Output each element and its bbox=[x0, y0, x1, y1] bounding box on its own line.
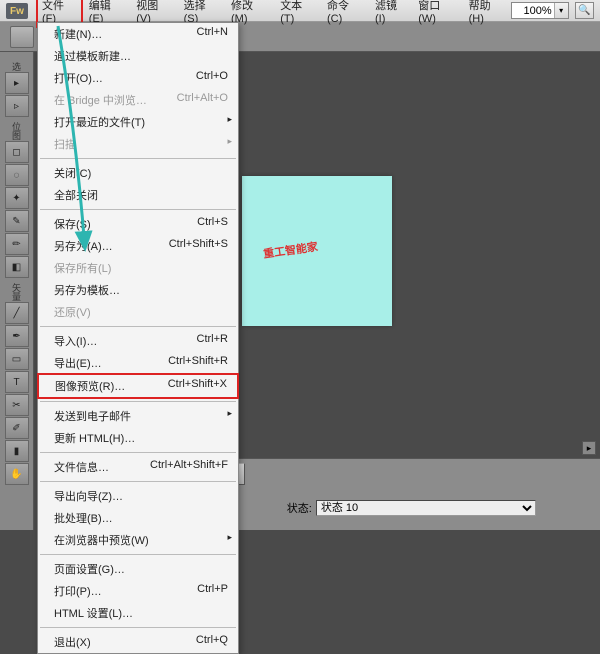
menu-filters[interactable]: 滤镜(I) bbox=[369, 0, 412, 28]
menu-save-all[interactable]: 保存所有(L) bbox=[38, 257, 238, 279]
eyedropper-tool-icon[interactable]: ✐ bbox=[5, 417, 29, 439]
zoom-dropdown-icon[interactable]: ▾ bbox=[554, 3, 568, 18]
menu-scan[interactable]: 扫描▸ bbox=[38, 133, 238, 155]
menu-separator bbox=[40, 452, 236, 453]
tool-group-label: 矢量 bbox=[10, 283, 23, 301]
canvas-document[interactable]: 重工智能家 bbox=[242, 176, 392, 326]
menu-page-setup[interactable]: 页面设置(G)… bbox=[38, 558, 238, 580]
menu-browse-bridge[interactable]: 在 Bridge 中浏览…Ctrl+Alt+O bbox=[38, 89, 238, 111]
canvas-text-object[interactable]: 重工智能家 bbox=[262, 238, 319, 261]
menu-separator bbox=[40, 158, 236, 159]
tool-group-label: 选 bbox=[10, 62, 23, 71]
menu-preview-browser[interactable]: 在浏览器中预览(W)▸ bbox=[38, 529, 238, 551]
menu-send-email[interactable]: 发送到电子邮件▸ bbox=[38, 405, 238, 427]
pen-tool-icon[interactable]: ✒ bbox=[5, 325, 29, 347]
menu-html-settings[interactable]: HTML 设置(L)… bbox=[38, 602, 238, 624]
wand-tool-icon[interactable]: ✦ bbox=[5, 187, 29, 209]
hand-tool-icon[interactable]: ✋ bbox=[5, 463, 29, 485]
menu-close-all[interactable]: 全部关闭 bbox=[38, 184, 238, 206]
line-tool-icon[interactable]: ╱ bbox=[5, 302, 29, 324]
menu-open[interactable]: 打开(O)…Ctrl+O bbox=[38, 67, 238, 89]
menu-separator bbox=[40, 401, 236, 402]
menu-print[interactable]: 打印(P)…Ctrl+P bbox=[38, 580, 238, 602]
rect-tool-icon[interactable]: ▭ bbox=[5, 348, 29, 370]
menu-open-recent[interactable]: 打开最近的文件(T)▸ bbox=[38, 111, 238, 133]
zoom-box[interactable]: ▾ bbox=[511, 2, 569, 19]
menu-new[interactable]: 新建(N)…Ctrl+N bbox=[38, 23, 238, 45]
app-icon: Fw bbox=[6, 3, 28, 19]
search-icon[interactable]: 🔍 bbox=[575, 2, 594, 19]
menu-exit[interactable]: 退出(X)Ctrl+Q bbox=[38, 631, 238, 653]
menu-new-from-template[interactable]: 通过模板新建… bbox=[38, 45, 238, 67]
menubar: Fw 文件(F) 编辑(E) 视图(V) 选择(S) 修改(M) 文本(T) 命… bbox=[0, 0, 600, 22]
subselect-tool-icon[interactable]: ▹ bbox=[5, 95, 29, 117]
bucket-tool-icon[interactable]: ▮ bbox=[5, 440, 29, 462]
tools-panel: 选 ▸ ▹ 位图 ◻ ◌ ✦ ✎ ✏ ◧ 矢量 ╱ ✒ ▭ T ✂ ✐ ▮ ✋ bbox=[0, 52, 34, 530]
menu-save-as-template[interactable]: 另存为模板… bbox=[38, 279, 238, 301]
menu-batch[interactable]: 批处理(B)… bbox=[38, 507, 238, 529]
brush-tool-icon[interactable]: ✎ bbox=[5, 210, 29, 232]
text-tool-icon[interactable]: T bbox=[5, 371, 29, 393]
file-dropdown-menu: 新建(N)…Ctrl+N 通过模板新建… 打开(O)…Ctrl+O 在 Brid… bbox=[37, 22, 239, 654]
state-label: 状态: bbox=[287, 500, 312, 516]
menu-separator bbox=[40, 481, 236, 482]
menu-save[interactable]: 保存(S)Ctrl+S bbox=[38, 213, 238, 235]
menu-image-preview[interactable]: 图像预览(R)…Ctrl+Shift+X bbox=[37, 373, 239, 399]
toolbar-button[interactable] bbox=[10, 26, 34, 48]
menu-export[interactable]: 导出(E)…Ctrl+Shift+R bbox=[38, 352, 238, 374]
menu-separator bbox=[40, 554, 236, 555]
menu-update-html[interactable]: 更新 HTML(H)… bbox=[38, 427, 238, 449]
menu-help[interactable]: 帮助(H) bbox=[463, 0, 511, 28]
menu-commands[interactable]: 命令(C) bbox=[321, 0, 369, 28]
submenu-arrow-icon: ▸ bbox=[227, 408, 232, 419]
menu-import[interactable]: 导入(I)…Ctrl+R bbox=[38, 330, 238, 352]
zoom-input[interactable] bbox=[512, 5, 554, 17]
menu-separator bbox=[40, 326, 236, 327]
submenu-arrow-icon: ▸ bbox=[227, 532, 232, 543]
eraser-tool-icon[interactable]: ◧ bbox=[5, 256, 29, 278]
menu-close[interactable]: 关闭(C) bbox=[38, 162, 238, 184]
pointer-tool-icon[interactable]: ▸ bbox=[5, 72, 29, 94]
menu-export-wizard[interactable]: 导出向导(Z)… bbox=[38, 485, 238, 507]
marquee-tool-icon[interactable]: ◻ bbox=[5, 141, 29, 163]
tool-group-label: 位图 bbox=[10, 122, 23, 140]
menu-separator bbox=[40, 627, 236, 628]
menu-file-info[interactable]: 文件信息…Ctrl+Alt+Shift+F bbox=[38, 456, 238, 478]
pencil-tool-icon[interactable]: ✏ bbox=[5, 233, 29, 255]
lasso-tool-icon[interactable]: ◌ bbox=[5, 164, 29, 186]
submenu-arrow-icon: ▸ bbox=[227, 136, 232, 147]
scroll-right-icon[interactable]: ▸ bbox=[582, 441, 596, 455]
knife-tool-icon[interactable]: ✂ bbox=[5, 394, 29, 416]
state-dropdown[interactable]: 状态 10 bbox=[316, 500, 536, 516]
menu-save-as[interactable]: 另存为(A)…Ctrl+Shift+S bbox=[38, 235, 238, 257]
menu-revert[interactable]: 还原(V) bbox=[38, 301, 238, 323]
submenu-arrow-icon: ▸ bbox=[227, 114, 232, 125]
menu-text[interactable]: 文本(T) bbox=[274, 0, 321, 28]
menu-separator bbox=[40, 209, 236, 210]
menu-window[interactable]: 窗口(W) bbox=[412, 0, 462, 28]
